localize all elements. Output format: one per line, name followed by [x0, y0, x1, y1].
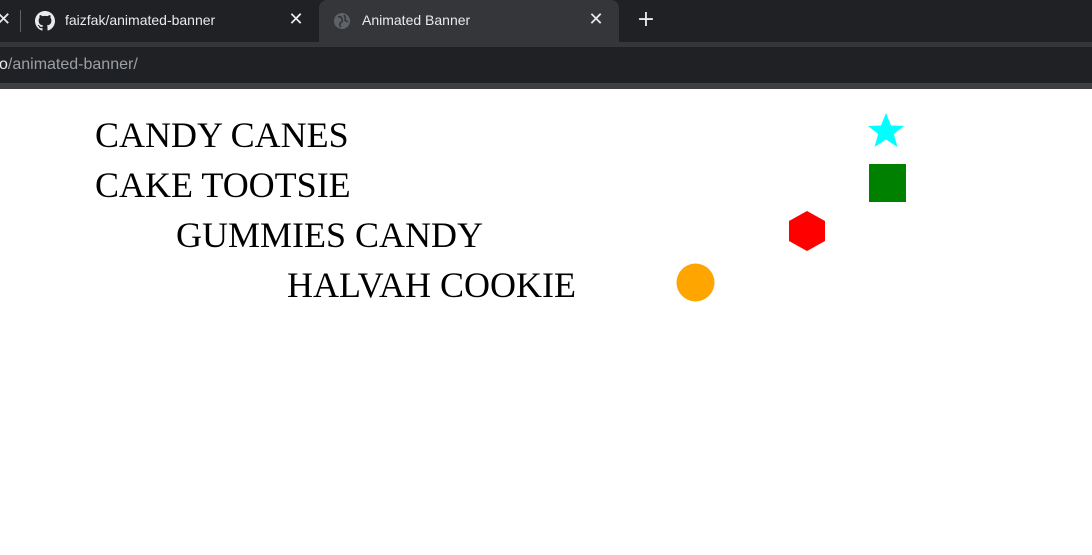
new-tab-button[interactable]: + — [634, 9, 658, 33]
banner-line-halvah-cookie: HALVAH COOKIE — [287, 265, 577, 305]
star-icon — [868, 113, 904, 147]
circle-icon — [676, 263, 715, 302]
banner-line-cake-tootsie: CAKE TOOTSIE — [95, 165, 351, 205]
page-viewport: CANDY CANES CAKE TOOTSIE GUMMIES CANDY H… — [0, 89, 1092, 555]
circle-shape — [676, 263, 715, 302]
square-shape — [869, 164, 906, 202]
tab-title: Animated Banner — [362, 12, 471, 28]
square-icon — [869, 164, 906, 202]
tab-title: faizfak/animated-banner — [65, 12, 216, 28]
tab-github-repo[interactable]: faizfak/animated-banner ✕ — [22, 0, 319, 42]
tab-close-icon[interactable]: ✕ — [287, 11, 305, 29]
previous-tab-close-icon[interactable]: ✕ — [0, 11, 11, 29]
tab-divider — [20, 10, 21, 32]
hexagon-shape — [789, 211, 825, 251]
tab-strip: ✕ faizfak/animated-banner ✕ Animated Ban… — [0, 0, 1092, 42]
github-icon — [35, 11, 55, 31]
tab-close-icon[interactable]: ✕ — [587, 11, 605, 29]
star-shape — [868, 113, 904, 147]
address-path: /animated-banner/ — [7, 56, 138, 73]
banner-line-candy-canes: CANDY CANES — [95, 115, 349, 155]
address-url[interactable]: o/animated-banner/ — [0, 56, 138, 74]
banner-line-gummies-candy: GUMMIES CANDY — [176, 215, 484, 255]
tab-animated-banner[interactable]: Animated Banner ✕ — [319, 0, 619, 42]
globe-icon — [334, 13, 350, 29]
address-bar[interactable]: o/animated-banner/ — [0, 47, 1092, 83]
address-host: o — [0, 56, 8, 73]
hexagon-icon — [789, 211, 825, 251]
browser-chrome: ✕ faizfak/animated-banner ✕ Animated Ban… — [0, 0, 1092, 89]
